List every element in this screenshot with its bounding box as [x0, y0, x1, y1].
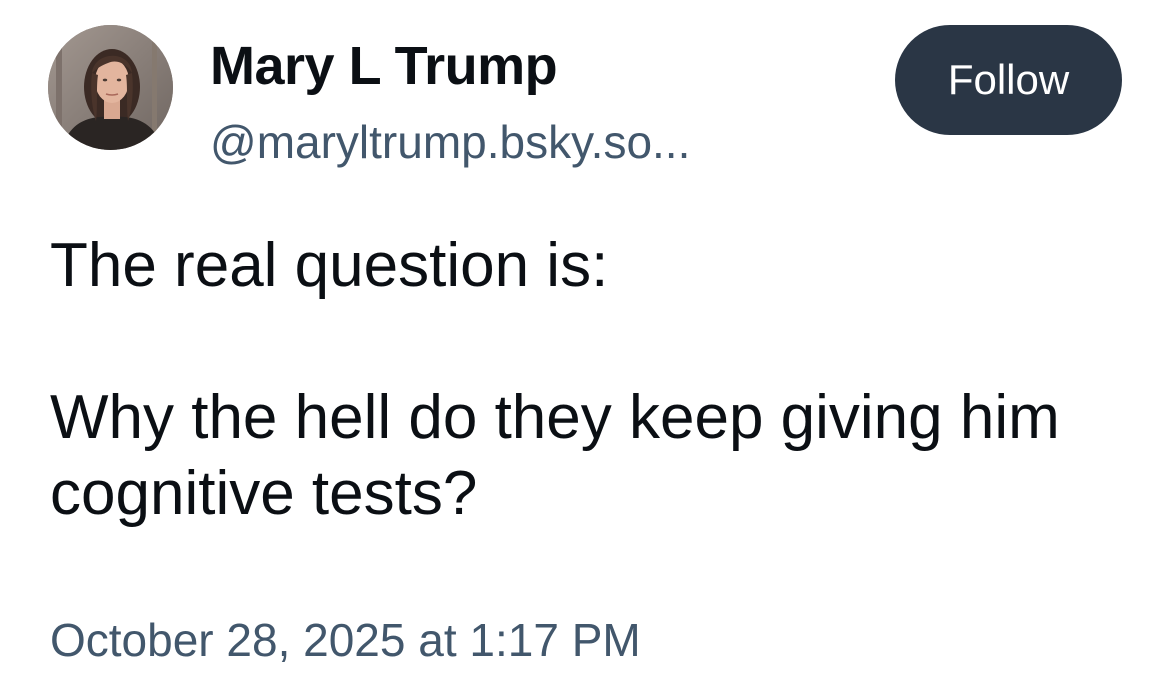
author-name[interactable]: Mary L Trump	[210, 34, 558, 98]
avatar[interactable]	[48, 25, 173, 150]
post-timestamp[interactable]: October 28, 2025 at 1:17 PM	[50, 612, 641, 668]
post-paragraph: Why the hell do they keep giving him cog…	[50, 383, 1060, 528]
avatar-image	[48, 25, 173, 150]
post-paragraph: The real question is:	[50, 231, 609, 300]
post-card: Mary L Trump @maryltrump.bsky.so... Foll…	[0, 0, 1170, 688]
author-handle[interactable]: @maryltrump.bsky.so...	[210, 114, 690, 170]
follow-button[interactable]: Follow	[895, 25, 1122, 135]
post-text: The real question is: Why the hell do th…	[50, 228, 1130, 532]
